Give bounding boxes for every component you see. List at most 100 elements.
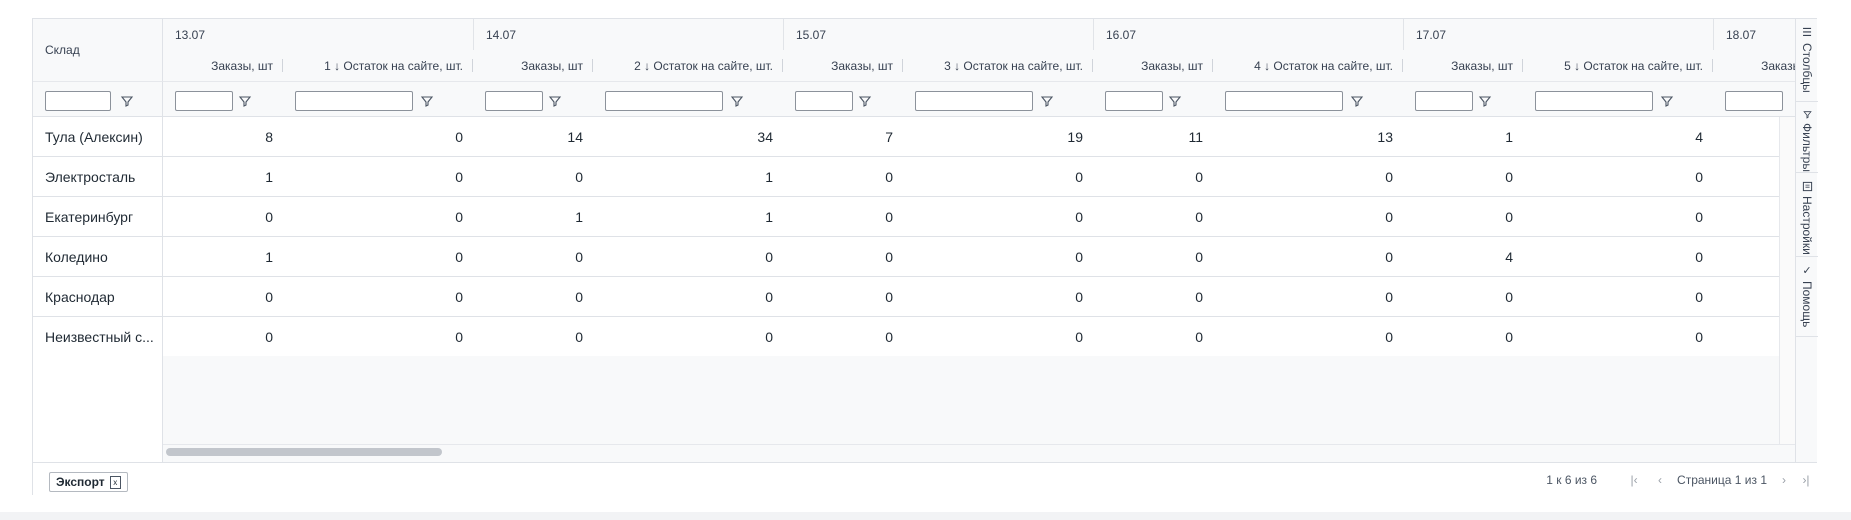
filter-icon[interactable] <box>857 93 873 109</box>
value-cell[interactable]: 0 <box>783 277 903 316</box>
value-cell[interactable]: 0 <box>1213 237 1403 276</box>
column-filter-input[interactable] <box>1725 91 1783 111</box>
column-filter-input[interactable] <box>485 91 543 111</box>
value-cell[interactable]: 0 <box>783 237 903 276</box>
next-page-icon[interactable]: › <box>1773 473 1795 487</box>
column-filter-input[interactable] <box>1105 91 1163 111</box>
column-header-orders[interactable]: Заказы, шт <box>473 50 593 81</box>
column-filter-input[interactable] <box>1415 91 1473 111</box>
sidetab-settings[interactable]: Настройки <box>1796 173 1818 257</box>
table-row[interactable]: Электросталь 1 0 0 1 0 0 0 0 0 0 <box>33 157 1795 197</box>
table-row[interactable]: Краснодар 0 0 0 0 0 0 0 0 0 0 <box>33 277 1795 317</box>
value-cell[interactable]: 0 <box>283 277 473 316</box>
value-cell[interactable]: 1 <box>163 237 283 276</box>
value-cell[interactable]: 0 <box>473 317 593 356</box>
filter-icon[interactable] <box>547 93 563 109</box>
value-cell[interactable]: 1 <box>163 157 283 196</box>
horizontal-scrollbar[interactable] <box>163 444 1795 462</box>
horizontal-scrollbar-thumb[interactable] <box>166 448 442 456</box>
value-cell[interactable]: 0 <box>283 237 473 276</box>
warehouse-cell[interactable]: Краснодар <box>33 277 163 316</box>
value-cell[interactable]: 0 <box>783 197 903 236</box>
column-filter-input[interactable] <box>915 91 1033 111</box>
filter-icon[interactable] <box>1167 93 1183 109</box>
filter-icon[interactable] <box>1349 93 1365 109</box>
value-cell[interactable]: 0 <box>1403 197 1523 236</box>
value-cell[interactable]: 0 <box>163 197 283 236</box>
value-cell[interactable]: 0 <box>1093 237 1213 276</box>
warehouse-filter-input[interactable] <box>45 91 111 111</box>
column-filter-input[interactable] <box>605 91 723 111</box>
value-cell[interactable]: 14 <box>473 117 593 156</box>
value-cell[interactable]: 0 <box>1403 317 1523 356</box>
column-filter-input[interactable] <box>795 91 853 111</box>
filter-icon[interactable] <box>1659 93 1675 109</box>
value-cell[interactable]: 0 <box>783 317 903 356</box>
column-header-stock[interactable]: 5 ↓ Остаток на сайте, шт. <box>1523 50 1713 81</box>
value-cell[interactable]: 0 <box>1403 277 1523 316</box>
column-header-stock[interactable]: 4 ↓ Остаток на сайте, шт. <box>1213 50 1403 81</box>
warehouse-cell[interactable]: Коледино <box>33 237 163 276</box>
filter-icon[interactable] <box>119 93 135 109</box>
value-cell[interactable]: 0 <box>163 277 283 316</box>
value-cell[interactable]: 0 <box>1523 197 1713 236</box>
table-row[interactable]: Коледино 1 0 0 0 0 0 0 0 4 0 <box>33 237 1795 277</box>
value-cell[interactable]: 0 <box>283 157 473 196</box>
column-header-orders[interactable]: Заказы, шт <box>1713 50 1795 81</box>
column-header-stock[interactable]: 2 ↓ Остаток на сайте, шт. <box>593 50 783 81</box>
value-cell[interactable]: 19 <box>903 117 1093 156</box>
value-cell[interactable]: 0 <box>1213 277 1403 316</box>
export-button[interactable]: Экспорт x <box>49 472 128 492</box>
value-cell[interactable]: 0 <box>1213 317 1403 356</box>
warehouse-cell[interactable]: Электросталь <box>33 157 163 196</box>
value-cell[interactable]: 0 <box>903 317 1093 356</box>
prev-page-icon[interactable]: ‹ <box>1649 473 1671 487</box>
value-cell[interactable]: 0 <box>593 237 783 276</box>
value-cell[interactable]: 13 <box>1213 117 1403 156</box>
value-cell[interactable]: 8 <box>163 117 283 156</box>
column-header-orders[interactable]: Заказы, шт <box>783 50 903 81</box>
value-cell[interactable]: 11 <box>1093 117 1213 156</box>
value-cell[interactable]: 0 <box>903 277 1093 316</box>
value-cell[interactable]: 0 <box>283 317 473 356</box>
column-filter-input[interactable] <box>1225 91 1343 111</box>
value-cell[interactable]: 0 <box>283 117 473 156</box>
column-filter-input[interactable] <box>175 91 233 111</box>
column-filter-input[interactable] <box>295 91 413 111</box>
value-cell[interactable]: 0 <box>593 317 783 356</box>
value-cell[interactable]: 0 <box>1523 237 1713 276</box>
value-cell[interactable]: 0 <box>593 277 783 316</box>
filter-icon[interactable] <box>1477 93 1493 109</box>
column-header-stock[interactable]: 3 ↓ Остаток на сайте, шт. <box>903 50 1093 81</box>
value-cell[interactable]: 0 <box>163 317 283 356</box>
column-header-orders[interactable]: Заказы, шт <box>163 50 283 81</box>
value-cell[interactable]: 0 <box>283 197 473 236</box>
value-cell[interactable]: 0 <box>1523 157 1713 196</box>
value-cell[interactable]: 0 <box>1213 157 1403 196</box>
value-cell[interactable]: 0 <box>473 237 593 276</box>
value-cell[interactable]: 0 <box>903 197 1093 236</box>
value-cell[interactable]: 4 <box>1403 237 1523 276</box>
value-cell[interactable]: 0 <box>473 157 593 196</box>
value-cell[interactable]: 4 <box>1523 117 1713 156</box>
first-page-icon[interactable]: |‹ <box>1623 473 1645 487</box>
value-cell[interactable]: 0 <box>473 277 593 316</box>
value-cell[interactable]: 1 <box>593 157 783 196</box>
value-cell[interactable]: 0 <box>1523 277 1713 316</box>
table-row[interactable]: Неизвестный с... 0 0 0 0 0 0 0 0 0 0 <box>33 317 1795 357</box>
value-cell[interactable]: 0 <box>903 157 1093 196</box>
value-cell[interactable]: 0 <box>1523 317 1713 356</box>
filter-icon[interactable] <box>1039 93 1055 109</box>
warehouse-cell[interactable]: Неизвестный с... <box>33 317 163 356</box>
column-header-stock[interactable]: 1 ↓ Остаток на сайте, шт. <box>283 50 473 81</box>
value-cell[interactable]: 7 <box>783 117 903 156</box>
column-header-warehouse[interactable]: Склад <box>33 19 163 81</box>
column-header-orders[interactable]: Заказы, шт <box>1403 50 1523 81</box>
last-page-icon[interactable]: ›| <box>1795 473 1817 487</box>
sidetab-help[interactable]: ✓ Помощь <box>1796 257 1818 337</box>
value-cell[interactable]: 0 <box>783 157 903 196</box>
sidetab-filters[interactable]: Фильтры <box>1796 102 1818 173</box>
value-cell[interactable]: 1 <box>593 197 783 236</box>
value-cell[interactable]: 1 <box>1403 117 1523 156</box>
column-filter-input[interactable] <box>1535 91 1653 111</box>
